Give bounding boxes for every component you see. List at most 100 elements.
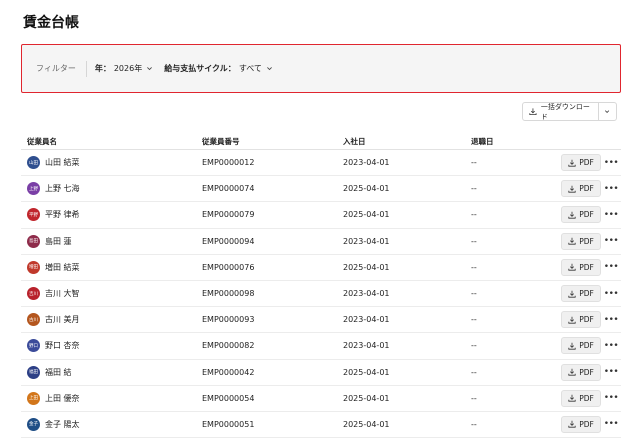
more-options-icon[interactable]: •••: [604, 419, 619, 429]
more-options-icon[interactable]: •••: [604, 184, 619, 194]
more-options-icon[interactable]: •••: [604, 367, 619, 377]
pdf-download-button[interactable]: PDF: [561, 258, 601, 276]
download-icon: [568, 211, 576, 219]
bulk-download-label: 一括ダウンロード: [540, 102, 590, 121]
employee-name: 古川 美月: [45, 315, 80, 325]
download-icon: [529, 108, 537, 116]
more-options-icon[interactable]: •••: [604, 262, 619, 272]
download-icon: [568, 290, 576, 298]
employee-number: EMP0000076: [202, 262, 255, 272]
table-row: 福田 福田 結 EMP0000042 2025-04-01 -- PDF •••: [21, 360, 621, 386]
more-options-icon[interactable]: •••: [604, 236, 619, 246]
pdf-label: PDF: [579, 158, 594, 168]
pay-cycle-filter-key: 給与支払サイクル：: [164, 64, 236, 73]
header-employee-name: 従業員名: [27, 136, 57, 146]
employee-name-cell: 島田 島田 蓮: [21, 234, 202, 248]
employee-number: EMP0000082: [202, 341, 255, 351]
employee-name: 野口 杏奈: [45, 341, 80, 351]
download-icon: [568, 342, 576, 350]
filter-divider: [85, 60, 87, 77]
filter-panel: フィルター 年： 2026年 給与支払サイクル： すべて: [21, 44, 621, 93]
header-join-date: 入社日: [343, 136, 366, 146]
payroll-ledger-table: 従業員名 従業員番号 入社日 退職日 山田 山田 結菜 EMP0000012 2…: [21, 133, 621, 438]
header-leave-date: 退職日: [471, 136, 494, 146]
employee-name-cell: 福田 福田 結: [21, 365, 202, 379]
employee-name: 平野 律希: [45, 210, 80, 220]
employee-name-cell: 吉川 吉川 大智: [21, 287, 202, 301]
join-date: 2023-04-01: [343, 236, 390, 246]
employee-number: EMP0000094: [202, 236, 255, 246]
avatar: 金子: [27, 417, 40, 431]
more-options-icon[interactable]: •••: [604, 158, 619, 168]
leave-date: --: [471, 210, 477, 220]
leave-date: --: [471, 315, 477, 325]
pdf-label: PDF: [579, 393, 594, 403]
bulk-download-button[interactable]: 一括ダウンロード: [522, 102, 617, 121]
year-filter-dropdown[interactable]: 年： 2026年: [95, 63, 153, 74]
join-date: 2025-04-01: [343, 210, 390, 220]
header-employee-number: 従業員番号: [202, 136, 240, 146]
employee-number: EMP0000098: [202, 289, 255, 299]
employee-number: EMP0000042: [202, 367, 255, 377]
pdf-download-button[interactable]: PDF: [561, 206, 601, 224]
avatar: 山田: [27, 156, 40, 170]
download-icon: [568, 264, 576, 271]
employee-name-cell: 金子 金子 陽太: [21, 417, 202, 431]
chevron-down-icon[interactable]: [604, 108, 610, 115]
employee-name-cell: 上田 上田 優奈: [21, 391, 202, 405]
employee-name-cell: 古川 古川 美月: [21, 313, 202, 327]
employee-name: 島田 蓮: [45, 236, 72, 246]
filter-label: フィルター: [36, 64, 76, 73]
avatar: 古川: [27, 313, 40, 327]
pdf-download-button[interactable]: PDF: [561, 154, 601, 172]
download-icon: [568, 159, 576, 167]
pdf-download-button[interactable]: PDF: [561, 363, 601, 381]
pdf-download-button[interactable]: PDF: [561, 180, 601, 198]
more-options-icon[interactable]: •••: [604, 341, 619, 351]
pdf-label: PDF: [579, 262, 594, 272]
pdf-label: PDF: [579, 236, 594, 246]
pdf-label: PDF: [579, 210, 594, 220]
more-options-icon[interactable]: •••: [604, 393, 619, 403]
pdf-download-button[interactable]: PDF: [561, 415, 601, 433]
more-options-icon[interactable]: •••: [604, 315, 619, 325]
download-icon: [568, 368, 576, 376]
employee-name-cell: 上野 上野 七海: [21, 182, 202, 196]
pdf-download-button[interactable]: PDF: [561, 389, 601, 407]
join-date: 2025-04-01: [343, 367, 390, 377]
employee-name: 山田 結菜: [45, 158, 80, 168]
employee-name-cell: 平野 平野 律希: [21, 208, 202, 222]
avatar: 福田: [27, 365, 40, 379]
employee-name-cell: 増田 増田 結菜: [21, 260, 202, 274]
chevron-down-icon: [267, 67, 272, 71]
table-body: 山田 山田 結菜 EMP0000012 2023-04-01 -- PDF ••…: [21, 150, 621, 438]
pay-cycle-filter-dropdown[interactable]: 給与支払サイクル： すべて: [164, 63, 273, 74]
table-header: 従業員名 従業員番号 入社日 退職日: [21, 133, 621, 150]
table-row: 古川 古川 美月 EMP0000093 2023-04-01 -- PDF ••…: [21, 307, 621, 334]
avatar: 島田: [27, 234, 40, 248]
employee-number: EMP0000051: [202, 419, 255, 429]
table-row: 平野 平野 律希 EMP0000079 2025-04-01 -- PDF ••…: [21, 202, 621, 229]
pdf-label: PDF: [579, 184, 594, 194]
year-filter-key: 年：: [94, 64, 111, 73]
leave-date: --: [471, 158, 477, 168]
download-icon: [568, 237, 576, 245]
employee-number: EMP0000012: [202, 158, 255, 168]
table-row: 金子 金子 陽太 EMP0000051 2025-04-01 -- PDF ••…: [21, 412, 621, 438]
leave-date: --: [471, 341, 477, 351]
pdf-download-button[interactable]: PDF: [561, 337, 601, 355]
download-icon: [568, 421, 576, 429]
pdf-download-button[interactable]: PDF: [561, 285, 601, 303]
avatar: 増田: [27, 260, 40, 274]
pdf-download-button[interactable]: PDF: [561, 311, 601, 329]
join-date: 2023-04-01: [343, 341, 390, 351]
download-icon: [568, 395, 576, 402]
join-date: 2023-04-01: [343, 158, 390, 168]
pdf-download-button[interactable]: PDF: [561, 232, 601, 250]
employee-name: 吉川 大智: [45, 289, 80, 299]
leave-date: --: [471, 262, 477, 272]
avatar: 平野: [27, 208, 40, 222]
more-options-icon[interactable]: •••: [604, 289, 619, 299]
more-options-icon[interactable]: •••: [604, 210, 619, 220]
avatar: 上野: [27, 182, 40, 196]
